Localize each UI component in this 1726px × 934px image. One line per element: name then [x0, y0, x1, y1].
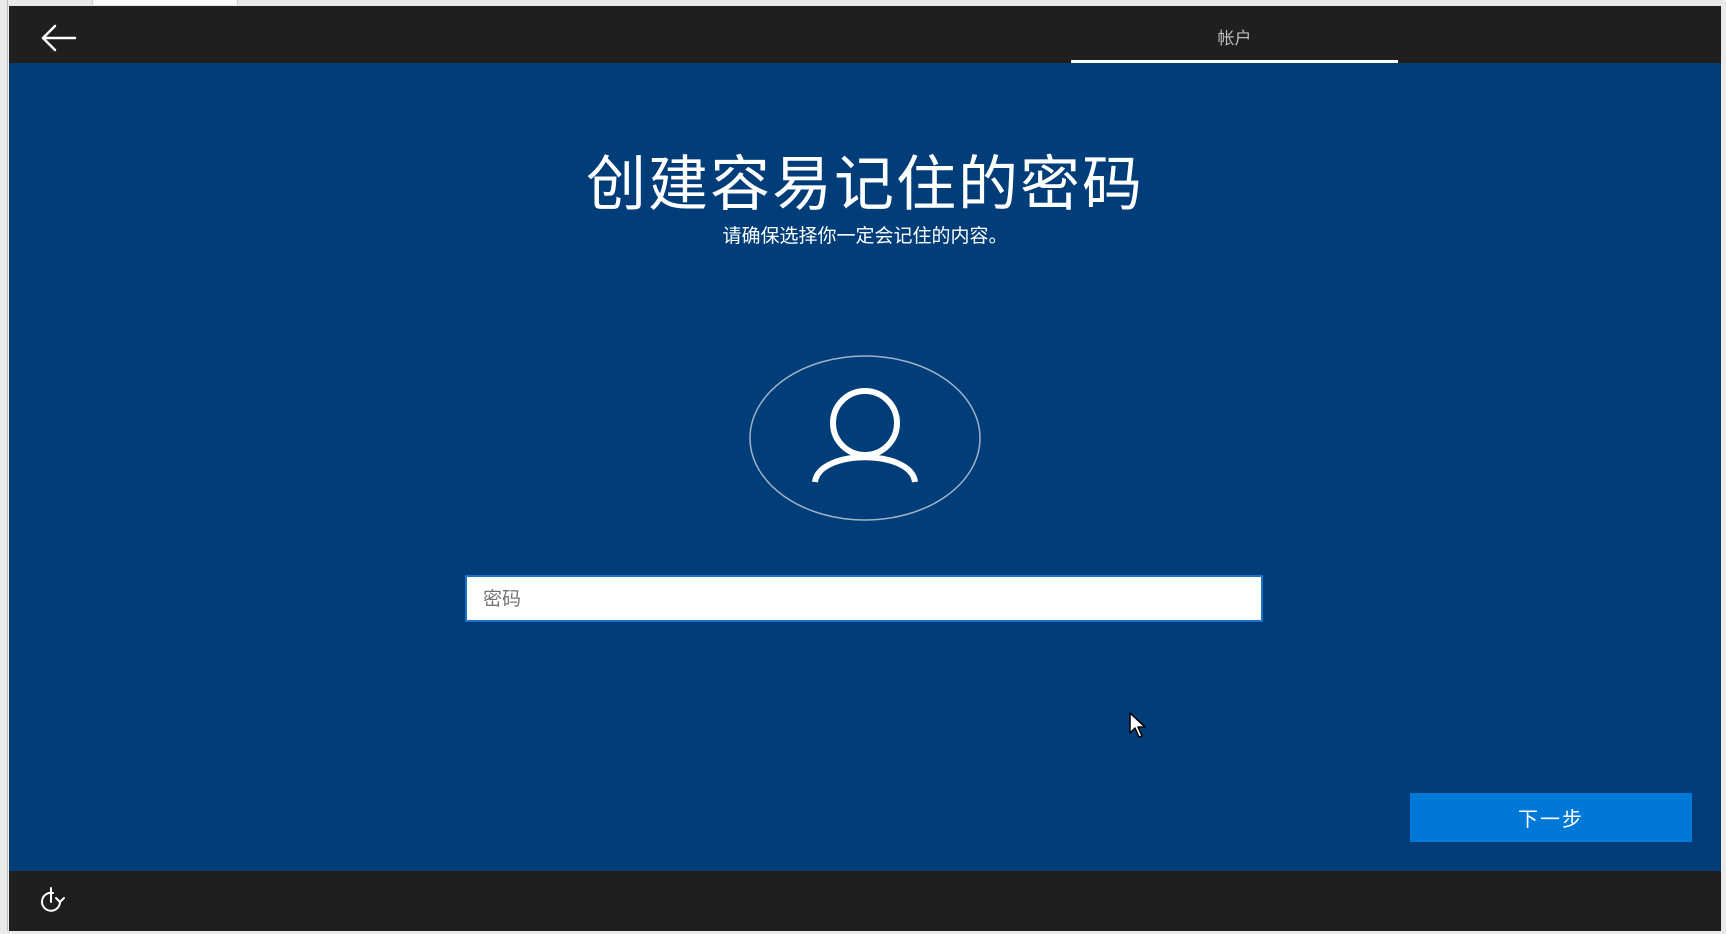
- back-arrow-icon: [41, 24, 77, 52]
- back-button[interactable]: [31, 18, 87, 54]
- ease-of-access-icon: [41, 887, 65, 912]
- user-icon: [749, 355, 981, 521]
- window-right-edge: [1721, 0, 1726, 934]
- window-tab-fragment: [92, 0, 238, 5]
- avatar: [749, 355, 981, 521]
- page-subtitle: 请确保选择你一定会记住的内容。: [722, 225, 1008, 247]
- footer-bar: [9, 871, 1721, 931]
- header-bar: 帐户: [9, 6, 1721, 63]
- next-button[interactable]: 下一步: [1410, 793, 1692, 842]
- password-input[interactable]: [465, 575, 1263, 622]
- window-left-edge: [0, 0, 8, 934]
- tab-account[interactable]: 帐户: [1071, 6, 1398, 63]
- page-title: 创建容易记住的密码: [586, 150, 1144, 220]
- tab-account-label: 帐户: [1217, 29, 1252, 49]
- mouse-cursor-icon: [1129, 712, 1146, 738]
- main-content: 创建容易记住的密码 请确保选择你一定会记住的内容。 下一步: [9, 63, 1721, 871]
- ease-of-access-button[interactable]: [31, 885, 71, 917]
